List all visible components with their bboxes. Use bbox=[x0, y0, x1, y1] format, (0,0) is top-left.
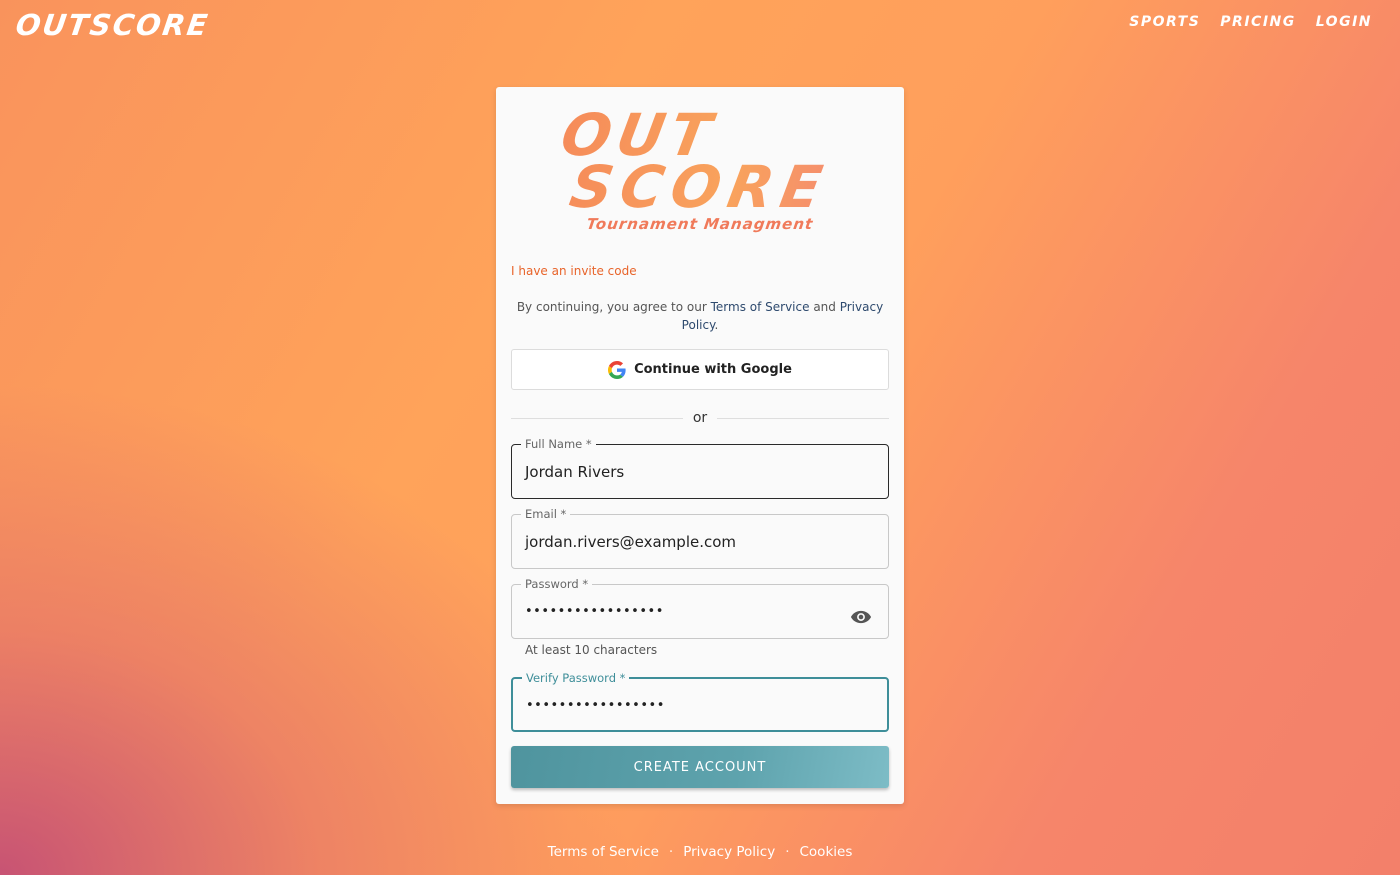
password-field[interactable]: Password * ••••••••••••••••• bbox=[511, 577, 889, 639]
divider-text: or bbox=[692, 410, 708, 426]
email-field[interactable]: Email * jordan.rivers@example.com bbox=[511, 507, 889, 569]
invite-code-link[interactable]: I have an invite code bbox=[511, 264, 637, 278]
outscore-logo: OUT SCORE Tournament Managment bbox=[552, 101, 848, 237]
password-hint: At least 10 characters bbox=[525, 643, 658, 657]
full-name-value: Jordan Rivers bbox=[525, 463, 625, 481]
agree-prefix: By continuing, you agree to our bbox=[516, 300, 711, 314]
password-value: ••••••••••••••••• bbox=[525, 604, 664, 619]
footer-terms-link[interactable]: Terms of Service bbox=[548, 844, 659, 860]
email-value: jordan.rivers@example.com bbox=[525, 533, 737, 551]
footer-cookies-link[interactable]: Cookies bbox=[800, 844, 853, 860]
divider-line-right bbox=[717, 417, 890, 419]
brand-logo[interactable]: OUTSCORE bbox=[14, 8, 212, 42]
nav-sports[interactable]: SPORTS bbox=[1129, 14, 1200, 30]
agree-suffix: . bbox=[714, 318, 719, 332]
nav-pricing[interactable]: PRICING bbox=[1220, 14, 1295, 30]
logo-tagline: Tournament Managment bbox=[585, 215, 815, 233]
divider-line-left bbox=[511, 417, 683, 419]
or-divider: or bbox=[511, 408, 890, 428]
verify-password-value: ••••••••••••••••• bbox=[526, 698, 665, 713]
google-icon bbox=[608, 360, 626, 379]
full-name-label: Full Name * bbox=[521, 437, 596, 451]
footer-privacy-link[interactable]: Privacy Policy bbox=[683, 844, 775, 860]
eye-icon[interactable] bbox=[850, 610, 872, 624]
top-nav: SPORTS PRICING LOGIN bbox=[1129, 14, 1372, 30]
create-account-button[interactable]: CREATE ACCOUNT bbox=[511, 746, 889, 788]
email-label: Email * bbox=[521, 507, 571, 521]
full-name-field[interactable]: Full Name * Jordan Rivers bbox=[511, 437, 889, 499]
signup-card: OUT SCORE Tournament Managment I have an… bbox=[496, 87, 904, 804]
password-label: Password * bbox=[521, 577, 593, 591]
verify-password-label: Verify Password * bbox=[522, 671, 630, 685]
footer-separator: · bbox=[785, 844, 790, 860]
agree-and: and bbox=[809, 300, 840, 314]
footer-separator: · bbox=[668, 844, 674, 860]
nav-login[interactable]: LOGIN bbox=[1316, 14, 1372, 30]
logo-line-2: SCORE bbox=[547, 153, 852, 221]
google-signin-button[interactable]: Continue with Google bbox=[511, 349, 889, 390]
verify-password-field[interactable]: Verify Password * ••••••••••••••••• bbox=[511, 671, 889, 732]
terms-notice: By continuing, you agree to our Terms of… bbox=[511, 298, 889, 334]
terms-link[interactable]: Terms of Service bbox=[711, 300, 810, 314]
google-button-label: Continue with Google bbox=[634, 362, 792, 377]
page-footer: Terms of Service · Privacy Policy · Cook… bbox=[0, 844, 1400, 860]
